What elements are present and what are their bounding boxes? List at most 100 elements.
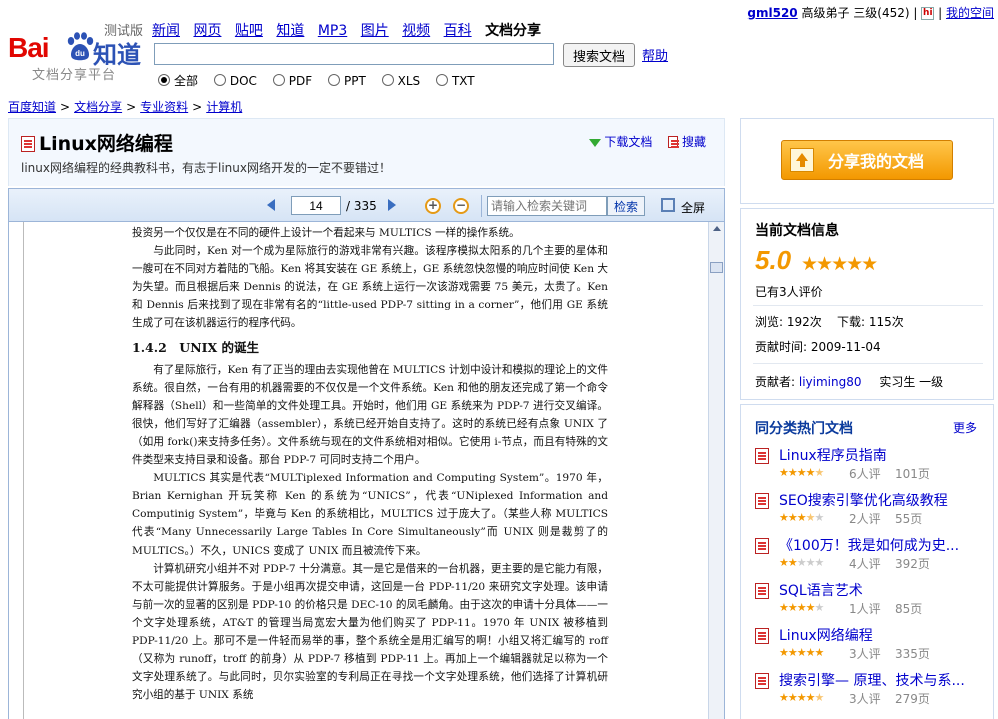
view-count: 浏览: 192次 [755, 315, 822, 329]
nav-news[interactable]: 新闻 [152, 23, 180, 39]
download-button[interactable]: 下载文档 [589, 135, 652, 149]
hot-doc-item[interactable]: SEO搜索引擎优化高级教程 ★★★★★ 2人评 55页 [755, 490, 985, 534]
hot-doc-eval-count: 2人评 [849, 512, 881, 526]
filter-xls[interactable]: XLS [381, 74, 421, 88]
search-input[interactable] [154, 43, 554, 65]
filter-ppt[interactable]: PPT [327, 74, 366, 88]
hot-doc-eval-count: 3人评 [849, 647, 881, 661]
document-description: linux网络编程的经典教科书，有志于linux网络开发的一定不要错过！ [21, 161, 391, 175]
hi-icon[interactable]: hi [921, 7, 935, 20]
filter-label: PPT [343, 74, 366, 88]
radio-icon[interactable] [272, 74, 285, 86]
nav-zhidao[interactable]: 知道 [276, 23, 304, 39]
nav-video[interactable]: 视频 [402, 23, 430, 39]
radio-icon[interactable] [381, 74, 394, 86]
next-page-icon[interactable] [388, 199, 396, 211]
breadcrumb-link[interactable]: 文档分享 [74, 100, 122, 114]
nav-baike[interactable]: 百科 [444, 23, 472, 39]
pdf-icon [21, 136, 35, 152]
hot-doc-item[interactable]: 《100万！我是如何成为史... ★★★★★ 4人评 392页 [755, 535, 985, 579]
file-type-filter: 全部 DOC PDF PPT XLS TXT [158, 72, 487, 89]
radio-checked-icon[interactable] [158, 74, 170, 86]
download-icon [589, 139, 602, 147]
page-paragraph: 与此同时，Ken 对一个成为星际旅行的游戏非常有兴趣。该程序模拟太阳系的几个主要… [132, 245, 608, 330]
page-number-input[interactable] [291, 196, 341, 215]
filter-txt[interactable]: TXT [435, 74, 475, 88]
fullscreen-icon[interactable] [661, 198, 675, 212]
document-viewer[interactable]: 投资另一个仅仅是在不同的硬件上设计一个看起来与 MULTICS 一样的操作系统。… [8, 222, 725, 719]
collect-button[interactable]: 搜藏 [668, 135, 706, 149]
hot-doc-page-count: 85页 [895, 602, 923, 616]
hot-doc-page-count: 55页 [895, 512, 923, 526]
pdf-icon [755, 628, 769, 644]
breadcrumb-link[interactable]: 百度知道 [8, 100, 56, 114]
username-link[interactable]: gml520 [747, 6, 797, 20]
rating-stars-icon: ★★★★★ [779, 691, 824, 704]
filter-all[interactable]: 全部 [158, 72, 198, 89]
prev-page-icon[interactable] [267, 199, 275, 211]
breadcrumb: 百度知道 > 文档分享 > 专业资料 > 计算机 [8, 100, 243, 114]
hot-doc-link[interactable]: SQL语言艺术 [779, 580, 863, 600]
zoom-out-icon[interactable]: − [453, 198, 469, 214]
nav-mp3[interactable]: MP3 [318, 23, 347, 39]
breadcrumb-link[interactable]: 计算机 [206, 100, 242, 114]
radio-icon[interactable] [435, 74, 448, 86]
hot-doc-link[interactable]: Linux程序员指南 [779, 445, 887, 465]
rating-stars-icon: ★★★★★ [779, 556, 824, 569]
document-header: Linux网络编程 linux网络编程的经典教科书，有志于linux网络开发的一… [8, 118, 725, 186]
zoom-in-icon[interactable]: + [425, 198, 441, 214]
filter-label: XLS [397, 74, 421, 88]
page-text: 投资另一个仅仅是在不同的硬件上设计一个看起来与 MULTICS 一样的操作系统。… [132, 224, 608, 704]
pdf-icon [755, 673, 769, 689]
contributor-level: 实习生 一级 [879, 375, 944, 389]
contributor-link[interactable]: liyiming80 [799, 375, 862, 389]
help-link[interactable]: 帮助 [642, 45, 668, 64]
keyword-search-button[interactable]: 检索 [607, 196, 645, 216]
pdf-icon [755, 538, 769, 554]
share-panel: 分享我的文档 [740, 118, 994, 204]
viewer-scrollbar[interactable] [708, 222, 724, 719]
filter-label: PDF [288, 74, 313, 88]
nav-images[interactable]: 图片 [361, 23, 389, 39]
filter-label: 全部 [174, 74, 199, 88]
radio-icon[interactable] [213, 74, 226, 86]
hot-doc-item[interactable]: 搜索引擎— 原理、技术与系... ★★★★★ 3人评 279页 [755, 670, 985, 714]
filter-doc[interactable]: DOC [213, 74, 257, 88]
hot-doc-item[interactable]: SQL语言艺术 ★★★★★ 1人评 85页 [755, 580, 985, 624]
nav-web[interactable]: 网页 [193, 23, 221, 39]
upload-icon [790, 148, 814, 172]
fullscreen-label[interactable]: 全屏 [681, 199, 705, 216]
hot-doc-link[interactable]: Linux网络编程 [779, 625, 873, 645]
breadcrumb-link[interactable]: 专业资料 [140, 100, 188, 114]
hot-doc-item[interactable]: Linux网络编程 ★★★★★ 3人评 335页 [755, 625, 985, 669]
radio-icon[interactable] [327, 74, 340, 86]
hot-doc-link[interactable]: SEO搜索引擎优化高级教程 [779, 490, 948, 510]
download-count: 下载: 115次 [837, 315, 904, 329]
hot-doc-item[interactable]: Linux程序员指南 ★★★★★ 6人评 101页 [755, 445, 985, 489]
nav-tieba[interactable]: 贴吧 [235, 23, 263, 39]
filter-pdf[interactable]: PDF [272, 74, 313, 88]
share-my-doc-button[interactable]: 分享我的文档 [781, 140, 953, 180]
hot-doc-eval-count: 1人评 [849, 602, 881, 616]
contribution-date: 贡献时间: 2009-11-04 [755, 340, 881, 354]
hot-doc-link[interactable]: 搜索引擎— 原理、技术与系... [779, 670, 965, 690]
scroll-thumb[interactable] [710, 262, 723, 273]
hot-doc-page-count: 279页 [895, 692, 930, 706]
user-bar: gml520 高级弟子 三级(452) | hi | 我的空间 [747, 4, 994, 21]
user-rank: 高级弟子 三级(452) [801, 6, 910, 20]
rating-stars-icon: ★★★★★ [801, 253, 878, 275]
search-docs-button[interactable]: 搜索文档 [563, 43, 635, 67]
scroll-up-icon[interactable] [713, 226, 721, 231]
user-bar-separator: | [913, 6, 918, 20]
keyword-search-input[interactable] [487, 196, 607, 216]
page-section-heading: 1.4.2 UNIX 的诞生 [132, 339, 260, 355]
pdf-icon [755, 493, 769, 509]
hot-doc-link[interactable]: 《100万！我是如何成为史... [779, 535, 959, 555]
baidu-logo[interactable]: 测试版 Bai du 知道 文档分享平台 [8, 18, 148, 84]
rating-count: 已有3人评价 [755, 285, 823, 299]
document-actions: 下载文档 搜藏 [577, 133, 706, 150]
document-info-panel: 当前文档信息 5.0 ★★★★★ 已有3人评价 浏览: 192次 下载: 115… [740, 208, 994, 400]
my-space-link[interactable]: 我的空间 [946, 6, 994, 20]
more-link[interactable]: 更多 [953, 419, 977, 436]
logo-subtitle: 文档分享平台 [32, 68, 117, 83]
